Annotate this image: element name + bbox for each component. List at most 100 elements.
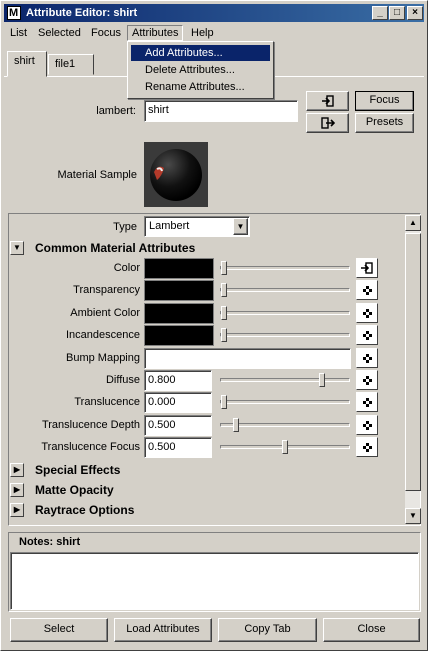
section-common-material[interactable]: ▼ Common Material Attributes <box>10 239 403 258</box>
menu-item-add-attributes[interactable]: Add Attributes... <box>131 45 270 61</box>
attr-slider[interactable] <box>220 373 350 387</box>
checker-icon <box>363 286 372 295</box>
slider-thumb[interactable] <box>233 418 239 432</box>
numeric-field[interactable]: 0.800 <box>144 370 212 391</box>
numeric-field[interactable]: 0.500 <box>144 415 212 436</box>
material-sample-label: Material Sample <box>57 169 137 181</box>
close-button[interactable]: Close <box>323 618 420 642</box>
slider-thumb[interactable] <box>319 373 325 387</box>
section-matte-opacity[interactable]: ▶ Matte Opacity <box>10 481 403 500</box>
chevron-down-icon[interactable]: ▼ <box>233 218 248 235</box>
map-checker-icon[interactable] <box>356 303 378 323</box>
attr-label: Color <box>113 262 140 274</box>
tab-file1[interactable]: file1 <box>48 54 94 75</box>
menu-item-delete-attributes[interactable]: Delete Attributes... <box>131 62 270 78</box>
map-checker-icon[interactable] <box>356 325 378 345</box>
notes-label: Notes: shirt <box>19 536 81 548</box>
section-special-effects[interactable]: ▶ Special Effects <box>10 461 403 480</box>
map-checker-icon[interactable] <box>356 415 378 435</box>
slider-thumb[interactable] <box>221 261 227 275</box>
type-dropdown[interactable]: Lambert ▼ <box>144 216 250 237</box>
output-arrow-icon <box>320 117 335 129</box>
checker-icon <box>363 309 372 318</box>
maximize-icon[interactable]: □ <box>389 6 405 20</box>
menu-help[interactable]: Help <box>187 25 218 41</box>
section-collapsed-icon[interactable]: ▶ <box>10 483 24 497</box>
close-icon[interactable]: × <box>407 6 423 20</box>
section-collapsed-icon[interactable]: ▶ <box>10 503 24 517</box>
attr-label: Incandescence <box>66 329 140 341</box>
section-common-label: Common Material Attributes <box>35 241 196 255</box>
color-swatch[interactable] <box>144 325 214 346</box>
section-expanded-icon[interactable]: ▼ <box>10 241 24 255</box>
attr-slider[interactable] <box>220 395 350 409</box>
slider-thumb[interactable] <box>221 328 227 342</box>
scroll-up-icon[interactable]: ▲ <box>405 215 421 231</box>
map-checker-icon[interactable] <box>356 392 378 412</box>
output-connection-button[interactable] <box>306 113 349 133</box>
menu-selected[interactable]: Selected <box>34 25 85 41</box>
attr-label: Ambient Color <box>70 307 140 319</box>
menu-item-rename-attributes[interactable]: Rename Attributes... <box>131 79 270 95</box>
map-checker-icon[interactable] <box>356 348 378 368</box>
input-arrow-icon <box>321 95 334 107</box>
attr-label: Translucence Depth <box>41 419 140 431</box>
attr-label: Bump Mapping <box>66 352 140 364</box>
numeric-field[interactable]: 0.500 <box>144 437 212 458</box>
checker-icon <box>363 331 372 340</box>
input-connection-button[interactable] <box>306 91 349 111</box>
load-attributes-button[interactable]: Load Attributes <box>114 618 212 642</box>
section-collapsed-icon[interactable]: ▶ <box>10 463 24 477</box>
attr-slider[interactable] <box>220 261 350 275</box>
attr-slider[interactable] <box>220 418 350 432</box>
color-swatch[interactable] <box>144 258 214 279</box>
section-raytrace-label: Raytrace Options <box>35 503 135 517</box>
tab-shirt[interactable]: shirt <box>7 51 47 77</box>
node-name-field[interactable]: shirt <box>144 100 298 122</box>
title-bar[interactable]: Attribute Editor: shirt _ □ × <box>4 4 424 22</box>
presets-button[interactable]: Presets <box>355 113 414 133</box>
attr-slider[interactable] <box>220 306 350 320</box>
slider-thumb[interactable] <box>221 395 227 409</box>
menu-focus[interactable]: Focus <box>87 25 125 41</box>
map-checker-icon[interactable] <box>356 437 378 457</box>
attr-label: Diffuse <box>105 374 140 386</box>
minimize-icon[interactable]: _ <box>372 6 388 20</box>
slider-thumb[interactable] <box>221 306 227 320</box>
checker-icon <box>363 443 372 452</box>
scroll-thumb[interactable] <box>405 233 421 491</box>
type-value: Lambert <box>149 220 190 232</box>
numeric-field[interactable]: 0.000 <box>144 392 212 413</box>
node-type-label: lambert: <box>96 105 136 117</box>
select-button[interactable]: Select <box>10 618 108 642</box>
bump-mapping-field[interactable] <box>144 348 351 369</box>
map-checker-icon[interactable] <box>356 370 378 390</box>
attr-slider[interactable] <box>220 440 350 454</box>
slider-thumb[interactable] <box>282 440 288 454</box>
attr-label: Transparency <box>73 284 140 296</box>
focus-button[interactable]: Focus <box>355 91 414 111</box>
color-swatch[interactable] <box>144 303 214 324</box>
checker-icon <box>363 421 372 430</box>
checker-icon <box>363 398 372 407</box>
copy-tab-button[interactable]: Copy Tab <box>218 618 317 642</box>
attr-slider[interactable] <box>220 283 350 297</box>
scroll-down-icon[interactable]: ▼ <box>405 508 421 524</box>
section-matte-label: Matte Opacity <box>35 483 114 497</box>
material-sphere-preview <box>150 149 202 201</box>
menu-bar: List Selected Focus Attributes Help <box>4 23 424 42</box>
attr-slider[interactable] <box>220 328 350 342</box>
checker-icon <box>363 376 372 385</box>
section-raytrace-options[interactable]: ▶ Raytrace Options <box>10 501 403 520</box>
color-swatch[interactable] <box>144 280 214 301</box>
checker-icon <box>363 354 372 363</box>
menu-attributes[interactable]: Attributes <box>127 25 184 41</box>
section-special-label: Special Effects <box>35 463 121 477</box>
menu-list[interactable]: List <box>6 25 31 41</box>
map-input-icon[interactable] <box>356 258 378 278</box>
map-checker-icon[interactable] <box>356 280 378 300</box>
attr-label: Translucence <box>74 396 140 408</box>
attributes-scrollbar[interactable]: ▲ ▼ <box>404 215 421 524</box>
notes-text-area[interactable] <box>10 552 419 610</box>
slider-thumb[interactable] <box>221 283 227 297</box>
